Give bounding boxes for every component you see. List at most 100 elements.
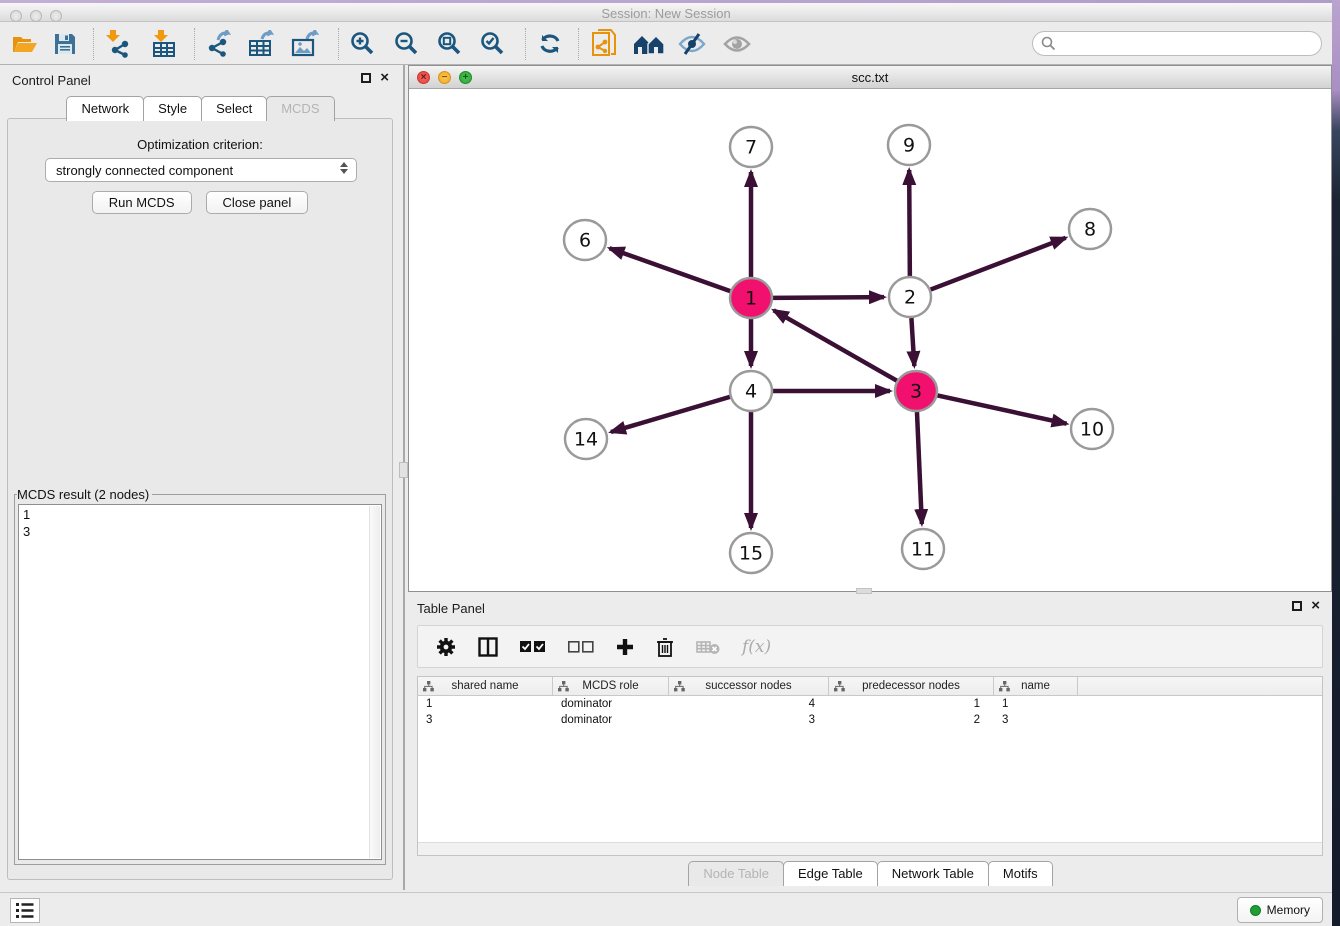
checked-boxes-icon [520,641,546,653]
zoom-fit-button[interactable] [431,26,469,62]
graph-edge-3-10[interactable] [938,395,1067,423]
show-all-button[interactable] [718,26,756,62]
graph-edge-2-8[interactable] [931,238,1066,290]
splitpane-handle-horizontal[interactable] [856,588,872,594]
splitpane-handle-vertical[interactable] [399,462,408,478]
column-header-predecessor-nodes[interactable]: predecessor nodes [829,677,994,695]
export-network-button[interactable] [200,26,238,62]
delete-table-button[interactable] [696,639,720,655]
column-header-MCDS-role[interactable]: MCDS role [553,677,669,695]
network-view-titlebar[interactable]: × − + scc.txt [409,66,1331,89]
export-table-button[interactable] [243,26,281,62]
window-titlebar: Session: New Session [0,3,1332,22]
tab-network[interactable]: Network [66,96,144,121]
optimization-criterion-dropdown[interactable]: strongly connected component [45,158,357,182]
graph-edge-1-2[interactable] [773,297,884,298]
node-table-body: 1dominator4113dominator323 [418,696,1322,728]
import-network-button[interactable] [99,26,137,62]
table-panel-float-icon[interactable] [1292,601,1302,611]
graph-node-label-4: 4 [745,381,757,403]
graph-edge-2-3[interactable] [911,318,914,366]
table-cell[interactable]: dominator [553,714,669,726]
memory-button[interactable]: Memory [1237,897,1323,923]
table-cell[interactable]: 2 [829,714,994,726]
select-all-button[interactable] [520,641,546,653]
result-scrollbar[interactable] [369,506,380,858]
zoom-selected-button[interactable] [474,26,512,62]
zoom-out-icon [394,31,420,57]
tab-mcds[interactable]: MCDS [266,96,334,121]
zoom-selected-icon [480,31,506,57]
save-floppy-icon [54,33,76,55]
tab-style[interactable]: Style [143,96,202,121]
tab-network-table[interactable]: Network Table [877,861,989,886]
table-cell[interactable]: 3 [669,714,829,726]
control-panel: Control Panel × NetworkStyleSelectMCDS O… [0,65,405,890]
hierarchy-icon [558,681,569,692]
zoom-in-icon [350,31,376,57]
delete-column-button[interactable] [656,637,674,657]
graph-node-label-11: 11 [911,539,935,561]
column-header-label: successor nodes [705,680,791,692]
graph-edge-3-1[interactable] [774,310,897,380]
refresh-button[interactable] [531,26,569,62]
table-cell[interactable]: 4 [669,698,829,710]
tab-node-table[interactable]: Node Table [688,861,784,886]
open-session-button[interactable] [6,26,44,62]
deselect-all-button[interactable] [568,641,594,653]
control-panel-float-icon[interactable] [361,73,371,83]
import-table-button[interactable] [145,26,183,62]
column-header-shared-name[interactable]: shared name [418,677,553,695]
run-mcds-button[interactable]: Run MCDS [92,191,192,214]
hide-selected-button[interactable] [673,26,711,62]
zoom-in-button[interactable] [344,26,382,62]
table-cell[interactable]: 1 [829,698,994,710]
export-image-button[interactable] [287,26,325,62]
close-panel-button[interactable]: Close panel [206,191,309,214]
table-cell[interactable]: 1 [994,698,1078,710]
table-cell[interactable]: 3 [994,714,1078,726]
control-panel-close-icon[interactable]: × [380,73,389,83]
graph-edge-4-14[interactable] [611,397,730,432]
add-column-button[interactable] [616,638,634,656]
table-hscrollbar[interactable] [418,842,1322,855]
function-builder-button[interactable]: f(x) [742,637,771,657]
save-session-button[interactable] [46,26,84,62]
table-cell[interactable]: 3 [418,714,553,726]
task-history-button[interactable] [10,898,40,923]
graph-edge-3-11[interactable] [917,412,922,524]
table-panel-close-icon[interactable]: × [1311,601,1320,611]
graph-edge-2-9[interactable] [909,170,910,276]
search-icon [1041,36,1056,51]
table-panel: Table Panel × f(x) shared nameMCDS roles… [408,595,1332,890]
graph-node-label-6: 6 [579,230,591,252]
mcds-result-fieldset: MCDS result (2 nodes) 1 3 [14,487,386,865]
tab-edge-table[interactable]: Edge Table [783,861,878,886]
tab-motifs[interactable]: Motifs [988,861,1053,886]
tab-select[interactable]: Select [201,96,267,121]
table-row[interactable]: 1dominator411 [418,696,1322,712]
columns-icon [478,637,498,657]
column-header-filler [1078,677,1322,695]
search-box[interactable] [1032,31,1322,56]
graph-node-label-9: 9 [903,135,915,157]
new-network-from-selection-button[interactable] [586,26,624,62]
hierarchy-icon [423,681,434,692]
zoom-out-button[interactable] [388,26,426,62]
first-neighbors-houses-icon [632,32,666,56]
column-header-successor-nodes[interactable]: successor nodes [669,677,829,695]
table-row[interactable]: 3dominator323 [418,712,1322,728]
column-header-name[interactable]: name [994,677,1078,695]
table-toolbar: f(x) [417,625,1323,668]
mcds-result-list[interactable]: 1 3 [18,504,382,860]
first-neighbors-button[interactable] [630,26,668,62]
table-cell[interactable]: dominator [553,698,669,710]
table-settings-button[interactable] [436,637,456,657]
search-input[interactable] [1061,34,1321,54]
import-table-icon [151,30,177,58]
network-canvas[interactable]: 7968124314101511 [409,89,1331,591]
memory-status-icon [1250,905,1261,916]
table-cell[interactable]: 1 [418,698,553,710]
graph-edge-1-6[interactable] [610,248,731,291]
toggle-columns-button[interactable] [478,637,498,657]
